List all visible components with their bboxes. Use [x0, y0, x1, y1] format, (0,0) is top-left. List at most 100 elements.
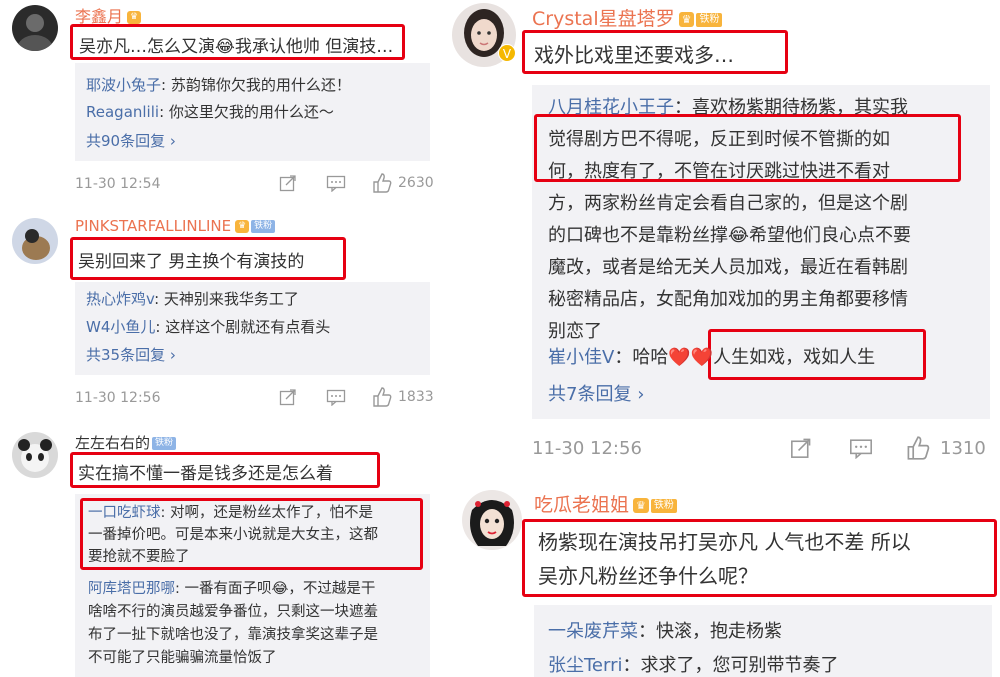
reply-item: W4小鱼儿: 这样这个剧就还有点看头 — [86, 316, 330, 337]
avatar[interactable] — [12, 218, 58, 264]
reply-item: 热心炸鸡v: 天神别来我华务工了 — [86, 288, 299, 309]
reply-text: : 天神别来我华务工了 — [154, 290, 299, 308]
reply-text-line: 秘密精品店，女配角加戏加的男主角都要移情 — [548, 289, 908, 310]
comment-screenshot: 李鑫月 ♛ 吴亦凡…怎么又演😂我承认他帅 但演技… 耶波小兔子: 苏韵锦你欠我的用… — [0, 0, 1000, 677]
more-replies-link[interactable]: 共35条回复 › — [86, 344, 176, 365]
vip-crown-icon: ♛ — [678, 12, 695, 27]
reply-username[interactable]: Reaganlili — [86, 103, 159, 121]
avatar[interactable] — [12, 432, 58, 478]
reply-highlight-text: 人生如戏，戏如人生 — [713, 347, 876, 368]
like-count: 2630 — [398, 175, 434, 191]
avatar[interactable] — [462, 490, 522, 550]
reply-text: : 你这里欠我的用什么还～ — [159, 103, 334, 121]
reply-text: ：快滚，抱走杨紫 — [638, 621, 782, 642]
like-count: 1833 — [398, 389, 434, 405]
reply-text-line: 一番掉价吧。可是本来小说就是大女主，这都 — [88, 527, 378, 543]
reply-username[interactable]: 张尘Terri — [548, 655, 623, 676]
share-icon[interactable] — [788, 437, 814, 459]
like-button[interactable]: 1310 — [906, 436, 986, 460]
comment-text: 吴别回来了 男主换个有演技的 — [78, 252, 305, 272]
reply-text-line: 何，热度有了，不管在讨厌跳过快进不看对 — [548, 161, 890, 182]
reply-username[interactable]: 八月桂花小王子 — [548, 97, 674, 118]
reply-item: 崔小佳V：哈哈❤️❤️人生如戏，戏如人生 — [548, 343, 875, 369]
more-replies-label: 共35条回复 — [86, 346, 166, 364]
reply-item: 一朵废芹菜：快滚，抱走杨紫 — [548, 617, 782, 643]
reply-text-line: 的口碑也不是靠粉丝撑😂希望他们良心点不要 — [548, 225, 912, 246]
comment-icon[interactable] — [324, 388, 348, 406]
timestamp: 11-30 12:56 — [75, 390, 161, 406]
comment-text: 杨紫现在演技吊打吴亦凡 人气也不差 所以 吴亦凡粉丝还争什么呢？ — [538, 525, 911, 593]
vip-crown-icon: ♛ — [127, 11, 142, 24]
username-text[interactable]: 吃瓜老姐姐 — [534, 494, 629, 516]
reply-text-line: 方，两家粉丝肯定会看自己家的，但是这个剧 — [548, 193, 908, 214]
action-bar: 2630 — [276, 173, 434, 193]
left-comment-column: 李鑫月 ♛ 吴亦凡…怎么又演😂我承认他帅 但演技… 耶波小兔子: 苏韵锦你欠我的用… — [0, 0, 440, 677]
fan-badge: 铁粉 — [251, 220, 276, 233]
comment-username[interactable]: 吃瓜老姐姐 ♛ 铁粉 — [534, 490, 677, 517]
reply-username[interactable]: 崔小佳V — [548, 347, 614, 368]
reply-text: : 苏韵锦你欠我的用什么还！ — [161, 76, 351, 94]
comment-username[interactable]: 左左右右的 铁粉 — [75, 432, 177, 453]
comment-icon[interactable] — [324, 174, 348, 192]
action-bar: 1310 — [788, 436, 986, 460]
chevron-right-icon: › — [637, 384, 645, 405]
username-text[interactable]: Crystal星盘塔罗 — [532, 8, 675, 30]
fan-badge: 铁粉 — [650, 498, 677, 513]
more-replies-link[interactable]: 共90条回复 › — [86, 130, 176, 151]
comment-text: 吴亦凡…怎么又演😂我承认他帅 但演技… — [79, 37, 394, 57]
reply-item: 阿库塔巴那哪: 一番有面子呗😂，不过越是干 啥啥不行的演员越爱争番位，只剩这一块… — [88, 578, 378, 670]
reply-username[interactable]: 耶波小兔子 — [86, 76, 161, 94]
thumbs-up-icon — [373, 387, 392, 407]
reply-item: 八月桂花小王子：喜欢杨紫期待杨紫，其实我 觉得剧方巴不得呢，反正到时候不管撕的如… — [548, 92, 911, 348]
reply-text-line: : 对啊，还是粉丝太作了，怕不是 — [160, 505, 374, 521]
reply-text-line: ：喜欢杨紫期待杨紫，其实我 — [674, 97, 908, 118]
vip-crown-icon: ♛ — [235, 220, 250, 233]
reply-text: : 这样这个剧就还有点看头 — [155, 318, 331, 336]
avatar[interactable] — [12, 5, 58, 51]
comment-username[interactable]: Crystal星盘塔罗 ♛ 铁粉 — [532, 4, 723, 31]
timestamp: 11-30 12:56 — [532, 438, 642, 459]
chevron-right-icon: › — [169, 346, 176, 364]
reply-item: 张尘Terri：求求了，您可别带节奏了 — [548, 651, 839, 677]
reply-text: ：求求了，您可别带节奏了 — [622, 655, 839, 676]
timestamp: 11-30 12:54 — [75, 176, 161, 192]
reply-text-line: 啥啥不行的演员越爱争番位，只剩这一块遮羞 — [88, 604, 378, 620]
like-button[interactable]: 2630 — [372, 173, 434, 193]
username-text[interactable]: 左左右右的 — [75, 434, 150, 452]
reply-username[interactable]: 一口吃虾球 — [88, 505, 161, 521]
fan-badge: 铁粉 — [152, 437, 177, 450]
comment-text-line: 吴亦凡粉丝还争什么呢？ — [538, 564, 758, 588]
reply-text: ：哈哈❤️❤️ — [614, 347, 714, 368]
reply-username[interactable]: 阿库塔巴那哪 — [88, 581, 175, 597]
comment-icon[interactable] — [848, 437, 874, 459]
chevron-right-icon: › — [169, 132, 176, 150]
reply-username[interactable]: W4小鱼儿 — [86, 318, 155, 336]
like-button[interactable]: 1833 — [372, 387, 434, 407]
reply-item: 一口吃虾球: 对啊，还是粉丝太作了，怕不是 一番掉价吧。可是本来小说就是大女主，… — [88, 502, 378, 568]
comment-text: 实在搞不懂一番是钱多还是怎么着 — [78, 464, 333, 484]
reply-text-line: 要抢就不要脸了 — [88, 549, 190, 565]
fan-badge: 铁粉 — [696, 12, 723, 27]
thumbs-up-icon — [373, 173, 392, 193]
comment-text-line: 杨紫现在演技吊打吴亦凡 人气也不差 所以 — [538, 530, 911, 554]
like-count: 1310 — [940, 437, 986, 459]
vip-crown-icon: ♛ — [633, 498, 649, 513]
reply-item: Reaganlili: 你这里欠我的用什么还～ — [86, 101, 334, 122]
more-replies-label: 共7条回复 — [548, 384, 632, 405]
right-comment-column: V Crystal星盘塔罗 ♛ 铁粉 戏外比戏里还要戏多… 八月桂花小王子：喜欢杨紫… — [442, 0, 1000, 677]
action-bar: 1833 — [276, 387, 434, 407]
verified-badge-icon: V — [498, 44, 516, 62]
reply-text-line: 觉得剧方巴不得呢，反正到时候不管撕的如 — [548, 129, 890, 150]
username-text[interactable]: PINKSTARFALLINLINE — [75, 217, 231, 235]
more-replies-label: 共90条回复 — [86, 132, 166, 150]
reply-username[interactable]: 热心炸鸡v — [86, 290, 154, 308]
reply-text-line: : 一番有面子呗😂，不过越是干 — [175, 581, 376, 597]
reply-username[interactable]: 一朵废芹菜 — [548, 621, 638, 642]
share-icon[interactable] — [276, 388, 300, 406]
more-replies-link[interactable]: 共7条回复 › — [548, 380, 644, 406]
reply-text-line: 不可能了只能骗骗流量恰饭了 — [88, 650, 277, 666]
thumbs-up-icon — [907, 436, 930, 460]
share-icon[interactable] — [276, 174, 300, 192]
comment-username[interactable]: PINKSTARFALLINLINE ♛ 铁粉 — [75, 217, 276, 235]
reply-text-line: 魔改，或者是给无关人员加戏，最近在看韩剧 — [548, 257, 908, 278]
